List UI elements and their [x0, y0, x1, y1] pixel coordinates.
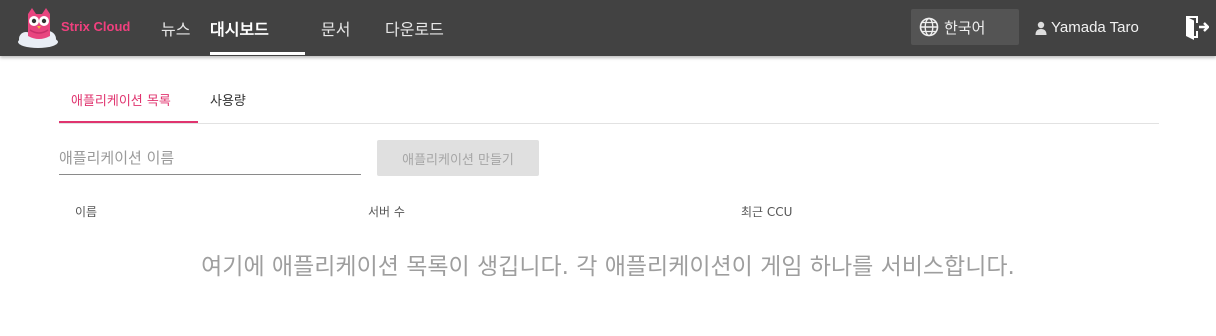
top-nav-bar: Strix Cloud 뉴스 대시보드 문서 다운로드 한국어 Yamada T… [0, 0, 1216, 56]
user-name: Yamada Taro [1051, 19, 1139, 36]
language-selector[interactable]: 한국어 [911, 9, 1019, 45]
tab-application-list[interactable]: 애플리케이션 목록 [71, 90, 171, 109]
column-header-server-count[interactable]: 서버 수 [368, 203, 405, 220]
nav-dashboard[interactable]: 대시보드 [210, 16, 269, 40]
nav-download[interactable]: 다운로드 [385, 16, 444, 40]
column-header-name[interactable]: 이름 [75, 203, 97, 220]
tabs-divider [59, 123, 1159, 124]
language-label: 한국어 [944, 19, 986, 37]
column-header-recent-ccu[interactable]: 최근 CCU [741, 203, 792, 220]
application-name-input[interactable] [59, 141, 361, 175]
empty-state-message: 여기에 애플리케이션 목록이 생깁니다. 각 애플리케이션이 게임 하나를 서비… [201, 254, 1015, 280]
tab-usage[interactable]: 사용량 [210, 90, 246, 109]
create-application-button[interactable]: 애플리케이션 만들기 [377, 140, 539, 176]
globe-icon [919, 17, 939, 37]
nav-active-indicator [210, 52, 305, 55]
nav-docs[interactable]: 문서 [321, 16, 350, 40]
owl-logo-icon[interactable] [14, 6, 62, 50]
logout-icon[interactable] [1183, 14, 1209, 40]
person-icon [1035, 21, 1047, 35]
nav-news[interactable]: 뉴스 [161, 16, 190, 40]
brand-name[interactable]: Strix Cloud [61, 19, 130, 34]
